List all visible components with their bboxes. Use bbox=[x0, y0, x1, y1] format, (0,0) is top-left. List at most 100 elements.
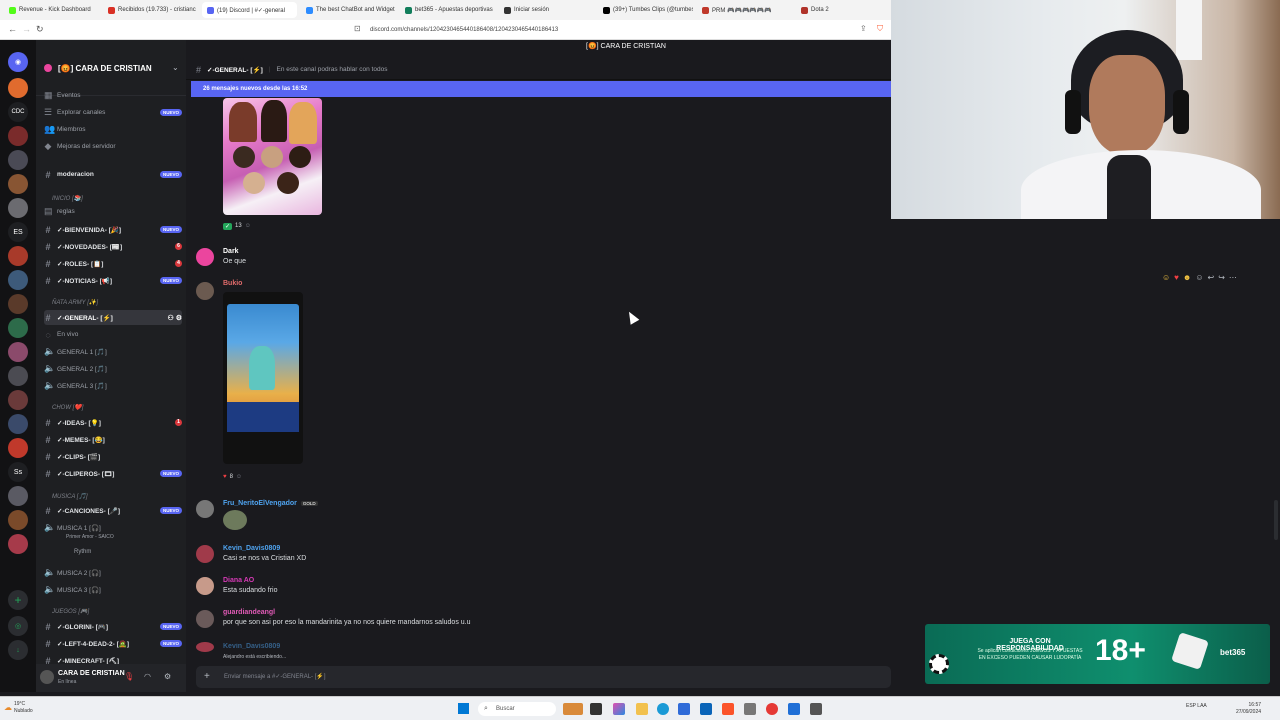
channel-clipersos[interactable]: # ✓-CLIPEROS- [🎞] NUEVO bbox=[44, 466, 182, 481]
mic-muted-icon[interactable]: 🎙 bbox=[124, 672, 134, 681]
app-icon-gray[interactable] bbox=[810, 703, 822, 715]
headphones-icon[interactable]: ◠ bbox=[144, 672, 151, 681]
author-name[interactable]: Kevin_Davis0809 bbox=[223, 643, 280, 650]
store-icon[interactable] bbox=[678, 703, 690, 715]
author-name[interactable]: Bukio bbox=[223, 280, 242, 287]
category-inicio[interactable]: INICIO [📚] bbox=[52, 195, 83, 202]
reaction-row[interactable]: ♥ 8 ☺ bbox=[223, 471, 242, 483]
server-icon-10[interactable] bbox=[8, 342, 28, 362]
add-reaction-icon[interactable]: ☺ bbox=[1195, 273, 1203, 282]
chat-scrollbar[interactable] bbox=[1274, 500, 1278, 540]
server-icon-4[interactable] bbox=[8, 174, 28, 194]
server-icon-9[interactable] bbox=[8, 318, 28, 338]
server-icon-13[interactable] bbox=[8, 414, 28, 434]
bet365-ad-banner[interactable]: JUEGA CON RESPONSABILIDAD Se aplican con… bbox=[925, 624, 1270, 684]
clock[interactable]: 16:57 27/09/2024 bbox=[1236, 702, 1261, 716]
menu-explorar-canales[interactable]: ☰ Explorar canales NUEVO bbox=[44, 105, 182, 120]
explore-icon[interactable]: ◎ bbox=[8, 616, 28, 636]
avatar[interactable] bbox=[40, 670, 54, 684]
share-icon[interactable]: ⇪ bbox=[860, 24, 867, 33]
server-icon-2[interactable] bbox=[8, 126, 28, 146]
server-icon-6[interactable] bbox=[8, 246, 28, 266]
channel-glorini[interactable]: # ✓-GLORINI- [🎮] NUEVO bbox=[44, 619, 182, 634]
voice-musica-1[interactable]: 🔈 MUSICA 1 [🎧] bbox=[44, 520, 182, 535]
voice-general-2[interactable]: 🔈 GENERAL 2 [🎵] bbox=[44, 361, 182, 376]
image-attachment[interactable] bbox=[223, 98, 322, 215]
avatar[interactable] bbox=[196, 248, 214, 266]
app-icon-red[interactable] bbox=[766, 703, 778, 715]
add-reaction-icon[interactable]: ☺ bbox=[236, 474, 242, 480]
emoji-heart-icon[interactable]: ♥ bbox=[1174, 273, 1179, 282]
weather-icon[interactable]: ☁ bbox=[4, 703, 12, 712]
menu-eventos[interactable]: ▦ Eventos bbox=[44, 88, 182, 103]
channel-canciones[interactable]: # ✓-CANCIONES- [🎤] NUEVO bbox=[44, 503, 182, 518]
avatar[interactable] bbox=[196, 545, 214, 563]
server-icon-cdc[interactable]: CDC bbox=[8, 102, 28, 122]
lang-indicator[interactable]: ESP LAA bbox=[1186, 703, 1210, 709]
url-field[interactable]: discord.com/channels/1204230465440186408… bbox=[370, 24, 850, 36]
taskbar-search[interactable]: ⌕ Buscar bbox=[478, 702, 556, 716]
reaction-row[interactable]: ✓ 13 ☺ bbox=[223, 220, 251, 232]
author-name[interactable]: Diana AO bbox=[223, 577, 254, 584]
brave-icon[interactable] bbox=[722, 703, 734, 715]
browser-tab[interactable]: Recibidos (19.733) - cristianc bbox=[103, 2, 198, 18]
add-server-icon[interactable]: + bbox=[8, 590, 28, 610]
app-icon-blue[interactable] bbox=[788, 703, 800, 715]
avatar[interactable] bbox=[196, 282, 214, 300]
task-view-icon[interactable] bbox=[590, 703, 602, 715]
category-juegos[interactable]: JUEGOS [🎮] bbox=[52, 608, 89, 615]
channel-ideas[interactable]: # ✓-IDEAS- [💡] 1 bbox=[44, 415, 182, 430]
channel-general[interactable]: # ✓-GENERAL- [⚡] ⚇ ⚙ bbox=[44, 310, 182, 325]
menu-mejoras[interactable]: ◆ Mejoras del servidor bbox=[44, 139, 182, 154]
direct-messages-icon[interactable]: ◉ bbox=[8, 52, 28, 72]
author-name[interactable]: Dark bbox=[223, 248, 239, 255]
copilot-icon[interactable] bbox=[613, 703, 625, 715]
channel-moderacion[interactable]: # moderacion NUEVO bbox=[44, 167, 182, 182]
windows-start-icon[interactable] bbox=[458, 703, 469, 714]
server-icon-3[interactable] bbox=[8, 150, 28, 170]
brave-shield-icon[interactable]: ⛉ bbox=[877, 24, 883, 34]
server-icon-14[interactable] bbox=[8, 438, 28, 458]
image-attachment[interactable] bbox=[223, 292, 303, 464]
forward-icon[interactable]: → bbox=[22, 24, 31, 34]
category-musica[interactable]: MUSICA [🎵] bbox=[52, 493, 88, 500]
browser-tab[interactable]: Dota 2 bbox=[796, 2, 891, 18]
file-explorer-icon[interactable] bbox=[636, 703, 648, 715]
more-icon[interactable]: ⋯ bbox=[1229, 273, 1237, 282]
server-icon-5[interactable] bbox=[8, 198, 28, 218]
browser-tab[interactable]: PRM 🎮🎮🎮🎮🎮🎮 bbox=[697, 2, 792, 18]
browser-tab[interactable]: The best ChatBot and Widget bbox=[301, 2, 396, 18]
server-icon-es[interactable]: ES bbox=[8, 222, 28, 242]
settings-gear-icon[interactable]: ⚙ bbox=[164, 672, 171, 681]
menu-miembros[interactable]: 👥 Miembros bbox=[44, 122, 182, 137]
channel-novedades[interactable]: # ✓-NOVEDADES- [📰] 6 bbox=[44, 239, 182, 254]
browser-tab[interactable]: (39+) Tumbes Clips (@tumbes bbox=[598, 2, 693, 18]
emoji-thumb-icon[interactable]: ☻ bbox=[1183, 273, 1191, 282]
server-icon-8[interactable] bbox=[8, 294, 28, 314]
avatar[interactable] bbox=[196, 577, 214, 595]
taskbar-app-1[interactable] bbox=[563, 703, 583, 715]
browser-tab[interactable]: Iniciar sesión bbox=[499, 2, 594, 18]
message-input[interactable]: + Enviar mensaje a #✓-GENERAL- [⚡] bbox=[196, 666, 891, 688]
chevron-down-icon[interactable]: ⌄ bbox=[172, 63, 179, 72]
reply-icon[interactable]: ↩ bbox=[1208, 273, 1215, 282]
download-icon[interactable]: ↓ bbox=[8, 640, 28, 660]
browser-tab[interactable]: bet365 - Apuestas deportivas bbox=[400, 2, 495, 18]
voice-general-1[interactable]: 🔈 GENERAL 1 [🎵] bbox=[44, 344, 182, 359]
author-name[interactable]: Kevin_Davis0809 bbox=[223, 545, 280, 552]
server-icon-16[interactable] bbox=[8, 486, 28, 506]
avatar[interactable] bbox=[196, 610, 214, 628]
channel-roles[interactable]: # ✓-ROLES- [📋] 4 bbox=[44, 256, 182, 271]
avatar[interactable] bbox=[196, 500, 214, 518]
channel-left4dead[interactable]: # ✓-LEFT-4-DEAD-2- [🧟] NUEVO bbox=[44, 636, 182, 651]
voice-user-rythm[interactable]: Rythm bbox=[74, 549, 91, 555]
sticker-image[interactable] bbox=[223, 510, 247, 530]
bookmark-icon[interactable]: ⊡ bbox=[354, 24, 361, 33]
weather-widget[interactable]: 19°C Nublado bbox=[14, 701, 33, 715]
add-attachment-icon[interactable]: + bbox=[204, 666, 210, 688]
category-nata-army[interactable]: ÑATA ARMY [✨] bbox=[52, 299, 98, 306]
channel-clips[interactable]: # ✓-CLIPS- [🎬] bbox=[44, 449, 182, 464]
browser-tab[interactable]: (19) Discord | #✓-general bbox=[202, 2, 297, 18]
forward-icon[interactable]: ↪ bbox=[1218, 273, 1225, 282]
server-icon-18[interactable] bbox=[8, 534, 28, 554]
